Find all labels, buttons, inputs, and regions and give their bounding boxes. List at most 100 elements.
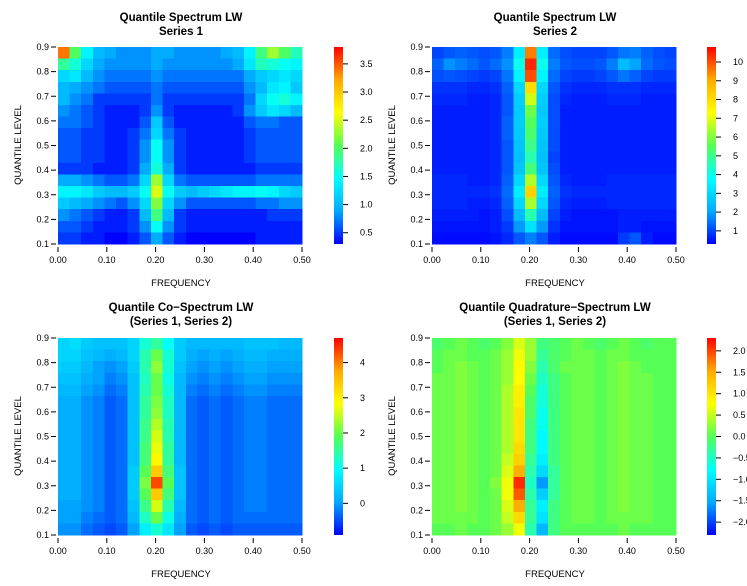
heatmap-cell bbox=[209, 93, 222, 106]
heatmap-plot-area: 0.00 0.10 0.20 0.30 0.40 0.500.10.20.30.40.50… bbox=[36, 333, 365, 556]
heatmap-cell bbox=[513, 174, 526, 187]
heatmap-cell bbox=[559, 186, 573, 199]
heatmap-cell bbox=[81, 186, 94, 199]
heatmap-cell bbox=[243, 104, 257, 118]
heatmap-cell bbox=[548, 47, 561, 60]
heatmap-cell bbox=[443, 186, 456, 199]
heatmap-cell bbox=[174, 349, 187, 362]
heatmap-cell bbox=[432, 151, 445, 164]
heatmap-cell bbox=[278, 70, 291, 83]
heatmap-cell bbox=[81, 232, 94, 245]
heatmap-cell bbox=[209, 220, 222, 234]
heatmap-cell bbox=[455, 220, 468, 234]
heatmap-cell bbox=[664, 197, 677, 210]
heatmap-cell bbox=[501, 453, 514, 467]
heatmap-cell bbox=[197, 407, 210, 420]
heatmap-cell bbox=[58, 70, 71, 83]
heatmap-cell bbox=[255, 407, 268, 420]
heatmap-cell bbox=[548, 361, 561, 374]
heatmap-cell bbox=[443, 93, 456, 106]
heatmap-cell bbox=[583, 338, 596, 351]
heatmap-cell bbox=[490, 58, 503, 71]
heatmap-cell bbox=[243, 511, 257, 525]
heatmap-cell bbox=[548, 70, 561, 83]
heatmap-cell bbox=[185, 232, 199, 245]
heatmap-cell bbox=[185, 442, 199, 455]
heatmap-cell bbox=[174, 465, 187, 478]
heatmap-cell bbox=[641, 430, 654, 443]
heatmap-cell bbox=[455, 395, 468, 409]
heatmap-cell bbox=[139, 523, 152, 536]
heatmap-cell bbox=[278, 151, 291, 164]
heatmap-cell bbox=[524, 209, 538, 222]
heatmap-cell bbox=[513, 162, 526, 176]
y-tick-label: 0.1 bbox=[36, 530, 49, 540]
heatmap-cell bbox=[139, 93, 152, 106]
heatmap-cell bbox=[197, 442, 210, 455]
heatmap-cell bbox=[455, 139, 468, 152]
heatmap-cell bbox=[139, 47, 152, 60]
heatmap-cell bbox=[116, 232, 129, 245]
heatmap-cell bbox=[150, 407, 164, 420]
heatmap-cell bbox=[652, 174, 665, 187]
heatmap-cell bbox=[443, 430, 456, 443]
heatmap-cell bbox=[255, 209, 268, 222]
heatmap-cell bbox=[127, 361, 140, 374]
heatmap-cell bbox=[267, 361, 280, 374]
heatmap-cell bbox=[594, 488, 607, 501]
heatmap-cell bbox=[583, 488, 596, 501]
heatmap-cell bbox=[629, 349, 642, 362]
heatmap-cell bbox=[116, 81, 129, 94]
colorbar-tick-label: 2.0 bbox=[360, 143, 373, 153]
heatmap-cell bbox=[432, 81, 445, 94]
heatmap-cell bbox=[232, 511, 245, 525]
heatmap-cell bbox=[104, 174, 117, 187]
heatmap-cell bbox=[652, 81, 665, 94]
heatmap-cell bbox=[69, 384, 82, 397]
heatmap-cell bbox=[81, 523, 94, 536]
heatmap-cell bbox=[267, 58, 280, 71]
heatmap-cell bbox=[571, 349, 584, 362]
heatmap-cell bbox=[174, 384, 187, 397]
heatmap-cell bbox=[220, 523, 233, 536]
heatmap-cell bbox=[232, 361, 245, 374]
heatmap-cell bbox=[243, 47, 257, 60]
heatmap-cell bbox=[185, 349, 199, 362]
heatmap-cells bbox=[58, 338, 303, 536]
heatmap-cell bbox=[139, 419, 152, 432]
heatmap-cell bbox=[594, 453, 607, 467]
heatmap-cell bbox=[455, 209, 468, 222]
heatmap-cell bbox=[641, 104, 654, 118]
heatmap-cell bbox=[127, 162, 140, 176]
colorbar-tick-label: 8 bbox=[733, 95, 738, 105]
x-tick-label: 0.10 bbox=[98, 546, 116, 556]
heatmap-cell bbox=[548, 419, 561, 432]
heatmap-cell bbox=[104, 104, 117, 118]
heatmap-cell bbox=[443, 151, 456, 164]
heatmap-cell bbox=[92, 500, 106, 513]
heatmap-cell bbox=[513, 151, 526, 164]
heatmap-cell bbox=[455, 197, 468, 210]
figure-canvas: Quantile Spectrum LW Series 1 FREQUENCY … bbox=[13, 12, 747, 580]
heatmap-cell bbox=[548, 500, 561, 513]
heatmap-cell bbox=[232, 174, 245, 187]
heatmap-cell bbox=[116, 372, 129, 385]
heatmap-cell bbox=[185, 162, 199, 176]
heatmap-cell bbox=[290, 197, 303, 210]
heatmap-cell bbox=[548, 128, 561, 141]
heatmap-cell bbox=[571, 465, 584, 478]
heatmap-cell bbox=[455, 430, 468, 443]
heatmap-cell bbox=[185, 488, 199, 501]
heatmap-cell bbox=[104, 186, 117, 199]
heatmap-cell bbox=[583, 523, 596, 536]
heatmap-cell bbox=[267, 407, 280, 420]
heatmap-cell bbox=[92, 338, 106, 351]
colorbar-tick-label: 3 bbox=[360, 393, 365, 403]
heatmap-cell bbox=[174, 523, 187, 536]
heatmap-cell bbox=[652, 465, 665, 478]
heatmap-cell bbox=[524, 349, 538, 362]
heatmap-cell bbox=[466, 488, 480, 501]
heatmap-cell bbox=[606, 395, 619, 409]
heatmap-cell bbox=[536, 58, 549, 71]
heatmap-cell bbox=[466, 453, 480, 467]
